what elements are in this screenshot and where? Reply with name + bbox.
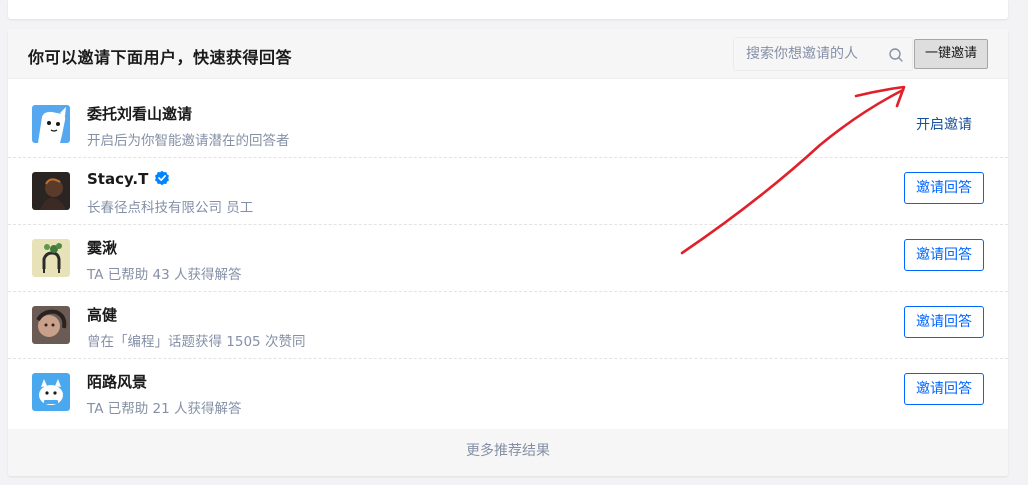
user-desc: 开启后为你智能邀请潜在的回答者: [87, 133, 290, 149]
avatar[interactable]: [32, 373, 70, 411]
search-icon[interactable]: [888, 47, 904, 63]
more-results-button[interactable]: 更多推荐结果: [8, 429, 1008, 476]
invite-answer-button[interactable]: 邀请回答: [904, 172, 984, 204]
user-desc: TA 已帮助 21 人获得解答: [87, 401, 242, 417]
user-name[interactable]: 霙湫: [87, 237, 117, 258]
avatar[interactable]: [32, 105, 70, 143]
avatar[interactable]: [32, 239, 70, 277]
avatar[interactable]: [32, 172, 70, 210]
user-row: Stacy.T 长春径点科技有限公司 员工 邀请回答: [8, 158, 1008, 225]
photo-avatar-icon: [32, 172, 70, 210]
user-name[interactable]: 委托刘看山邀请: [87, 103, 192, 124]
mascot-avatar-icon: [32, 373, 70, 411]
user-row: 霙湫 TA 已帮助 43 人获得解答 邀请回答: [8, 225, 1008, 292]
invite-panel-header: 你可以邀请下面用户，快速获得回答 一键邀请: [8, 29, 1008, 79]
user-name[interactable]: 高健: [87, 304, 117, 325]
photo-avatar-icon: [32, 306, 70, 344]
search-box[interactable]: [733, 37, 913, 71]
avatar[interactable]: [32, 306, 70, 344]
invite-answer-button[interactable]: 邀请回答: [904, 239, 984, 271]
invite-answer-button[interactable]: 邀请回答: [904, 306, 984, 338]
user-desc: 曾在「编程」话题获得 1505 次赞同: [87, 334, 306, 350]
search-input[interactable]: [734, 38, 884, 70]
invite-answer-button[interactable]: 邀请回答: [904, 373, 984, 405]
enable-invite-button[interactable]: 开启邀请: [916, 114, 972, 134]
user-row: 高健 曾在「编程」话题获得 1505 次赞同 邀请回答: [8, 292, 1008, 359]
user-name[interactable]: 陌路风景: [87, 371, 147, 392]
previous-card: [8, 0, 1008, 19]
user-row: 陌路风景 TA 已帮助 21 人获得解答 邀请回答: [8, 359, 1008, 426]
invite-panel: 你可以邀请下面用户，快速获得回答 一键邀请 委托刘看山邀请 开启后为你智能邀请潜…: [8, 29, 1008, 476]
user-desc: 长春径点科技有限公司 员工: [87, 200, 254, 216]
mascot-avatar-icon: [32, 105, 70, 143]
user-name-text: Stacy.T: [87, 170, 149, 188]
invite-all-button[interactable]: 一键邀请: [914, 39, 988, 69]
panel-title: 你可以邀请下面用户，快速获得回答: [28, 48, 293, 67]
verified-badge-icon: [155, 170, 170, 186]
user-name[interactable]: Stacy.T: [87, 170, 170, 188]
delegate-row: 委托刘看山邀请 开启后为你智能邀请潜在的回答者 开启邀请: [8, 91, 1008, 158]
user-desc: TA 已帮助 43 人获得解答: [87, 267, 242, 283]
deer-avatar-icon: [32, 239, 70, 277]
